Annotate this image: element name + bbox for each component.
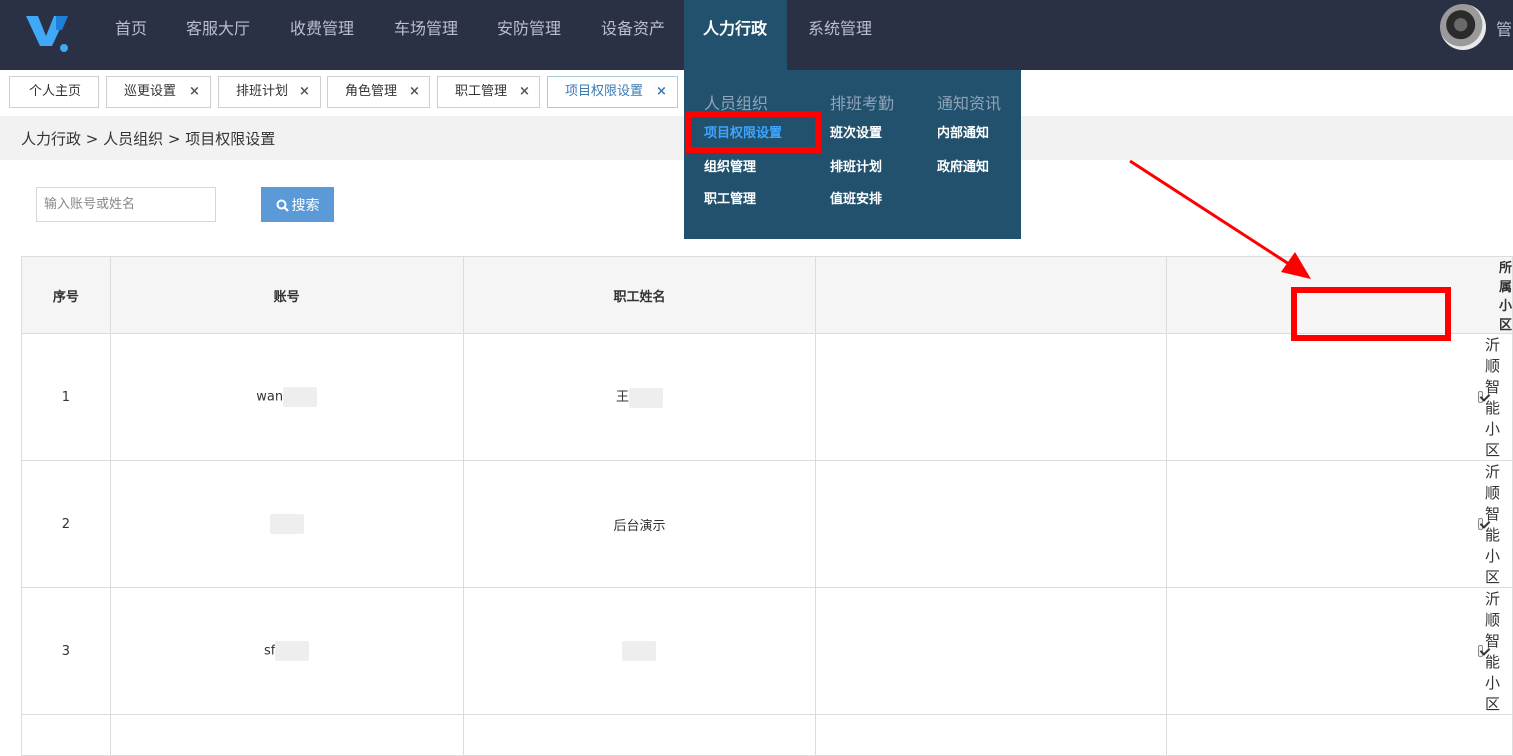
tab-label: 角色管理: [345, 84, 398, 99]
redacted-block: [269, 514, 304, 534]
nav-hr-admin[interactable]: 人力行政: [684, 0, 787, 70]
account-text: wan: [256, 389, 284, 405]
cell-account: sf: [109, 587, 464, 715]
staff-name-text: 王: [615, 390, 629, 406]
cell-index: 1: [21, 333, 111, 461]
nav-parking[interactable]: 车场管理: [394, 0, 458, 70]
cell-account: [109, 460, 464, 588]
close-icon[interactable]: ×: [656, 77, 667, 107]
nav-system[interactable]: 系统管理: [808, 0, 872, 70]
table-row: [21, 714, 1513, 756]
col-header-index: 序号: [21, 256, 111, 334]
tab-label: 巡更设置: [124, 84, 177, 99]
redacted-block: [622, 641, 657, 661]
table-row: 1 wan 王 沂顺智能小区: [21, 333, 1513, 461]
cell-community: 沂顺智能小区: [1165, 587, 1513, 715]
highlight-box-menu-item: [685, 111, 821, 153]
cell-index: 3: [21, 587, 111, 715]
checkbox-checked-icon[interactable]: [1477, 645, 1483, 657]
tab-patrol-settings[interactable]: 巡更设置 ×: [106, 76, 211, 108]
menu-item-shift-plan[interactable]: 排班计划: [830, 156, 882, 175]
highlight-box-checkbox: [1291, 287, 1451, 341]
redacted-block: [275, 641, 310, 661]
close-icon[interactable]: ×: [299, 77, 310, 107]
community-checkbox[interactable]: 沂顺智能小区: [1477, 461, 1512, 587]
redacted-block: [283, 387, 318, 407]
tab-label: 职工管理: [455, 84, 508, 99]
menu-group-notices: 通知资讯: [937, 94, 1002, 113]
tab-staff-management[interactable]: 职工管理 ×: [437, 76, 540, 108]
menu-item-shift-settings[interactable]: 班次设置: [830, 122, 882, 141]
menu-item-internal-notice[interactable]: 内部通知: [937, 122, 989, 141]
cell-blank: [815, 460, 1167, 588]
community-label: 沂顺智能小区: [1484, 336, 1500, 459]
app-logo[interactable]: [24, 10, 76, 54]
tab-home[interactable]: 个人主页: [9, 76, 99, 108]
close-icon[interactable]: ×: [519, 77, 530, 107]
breadcrumb: 人力行政 > 人员组织 > 项目权限设置: [21, 130, 276, 148]
nav-assets[interactable]: 设备资产: [601, 0, 665, 70]
cell-blank: [815, 714, 1167, 756]
tab-shift-plan[interactable]: 排班计划 ×: [218, 76, 321, 108]
cell-staff-name: [462, 714, 817, 756]
cell-blank: [815, 333, 1167, 461]
menu-item-government-notice[interactable]: 政府通知: [937, 156, 989, 175]
cell-account: wan: [109, 333, 464, 461]
tab-label: 项目权限设置: [565, 84, 644, 99]
table-header-row: 序号 账号 职工姓名 所属小区: [21, 256, 1513, 334]
cell-account: [109, 714, 464, 756]
menu-group-attendance: 排班考勤: [830, 94, 895, 113]
cell-staff-name: [462, 587, 817, 715]
top-nav-bar: 首页 客服大厅 收费管理 车场管理 安防管理 设备资产 人力行政 系统管理 管: [0, 0, 1513, 70]
search-input[interactable]: [36, 187, 216, 222]
tab-project-permissions[interactable]: 项目权限设置 ×: [547, 76, 678, 108]
menu-item-org-management[interactable]: 组织管理: [704, 156, 756, 175]
redacted-block: [628, 387, 663, 408]
search-icon: [276, 199, 289, 212]
cell-staff-name: 王: [462, 333, 817, 461]
cell-index: [21, 714, 111, 756]
user-menu-label[interactable]: 管: [1496, 16, 1512, 40]
community-checkbox[interactable]: 沂顺智能小区: [1477, 588, 1512, 714]
menu-item-staff-management[interactable]: 职工管理: [704, 188, 756, 207]
permissions-table: 序号 账号 职工姓名 所属小区 1 wan 王 沂顺智能小区 2 后台演示 沂顺…: [21, 256, 1513, 756]
menu-item-duty-schedule[interactable]: 值班安排: [830, 188, 882, 207]
tab-label: 排班计划: [236, 84, 289, 99]
search-button-label: 搜索: [291, 197, 320, 214]
nav-billing[interactable]: 收费管理: [290, 0, 354, 70]
close-icon[interactable]: ×: [189, 77, 200, 107]
tab-label: 个人主页: [29, 84, 82, 99]
hr-admin-dropdown-menu: 人员组织 项目权限设置 组织管理 职工管理 排班考勤 班次设置 排班计划 值班安…: [684, 70, 1021, 239]
account-text: sf: [263, 643, 276, 659]
community-label: 沂顺智能小区: [1484, 463, 1500, 586]
cell-community: [1165, 714, 1513, 756]
cell-index: 2: [21, 460, 111, 588]
user-avatar[interactable]: [1440, 4, 1486, 50]
cell-blank: [815, 587, 1167, 715]
checkbox-checked-icon[interactable]: [1477, 518, 1483, 530]
cell-community: 沂顺智能小区: [1165, 333, 1513, 461]
community-label: 沂顺智能小区: [1484, 590, 1500, 713]
nav-security[interactable]: 安防管理: [497, 0, 561, 70]
nav-home[interactable]: 首页: [115, 0, 147, 70]
community-checkbox[interactable]: 沂顺智能小区: [1477, 334, 1512, 460]
col-header-account: 账号: [109, 256, 464, 334]
cell-staff-name: 后台演示: [462, 460, 817, 588]
checkbox-checked-icon[interactable]: [1477, 391, 1483, 403]
tab-role-management[interactable]: 角色管理 ×: [327, 76, 430, 108]
cell-community: 沂顺智能小区: [1165, 460, 1513, 588]
nav-customer-service[interactable]: 客服大厅: [186, 0, 250, 70]
table-row: 2 后台演示 沂顺智能小区: [21, 460, 1513, 588]
search-button[interactable]: 搜索: [261, 187, 334, 222]
col-header-staff-name: 职工姓名: [462, 256, 817, 334]
col-header-blank: [815, 256, 1167, 334]
close-icon[interactable]: ×: [409, 77, 420, 107]
table-row: 3 sf 沂顺智能小区: [21, 587, 1513, 715]
